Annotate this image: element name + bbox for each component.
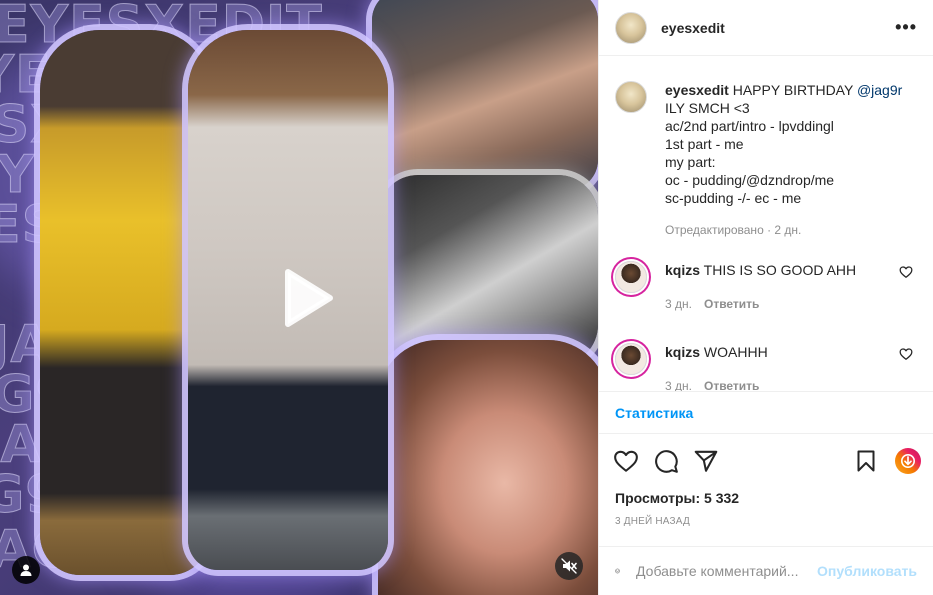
view-count: Просмотры: 5 332	[615, 490, 740, 506]
post-date[interactable]: 3 ДНЕЙ НАЗАД	[615, 516, 690, 527]
caption-line: sc-pudding -/- ec - me	[665, 190, 802, 206]
avatar[interactable]	[615, 261, 647, 293]
comment-text: THIS IS SO GOOD AHH	[703, 262, 857, 278]
post-author-username[interactable]: eyesxedit	[661, 20, 725, 36]
paper-plane-icon	[694, 450, 718, 472]
play-icon[interactable]	[268, 262, 340, 334]
comment-meta: 3 дн. Ответить	[665, 295, 917, 313]
publish-button[interactable]: Опубликовать	[817, 563, 917, 579]
comments-list[interactable]: eyesxedit HAPPY BIRTHDAY @jag9r ILY SMCH…	[599, 57, 933, 391]
comment-bubble-icon	[655, 450, 678, 473]
caption-line: 1st part - me	[665, 136, 744, 152]
more-options-icon[interactable]: •••	[895, 17, 917, 38]
heart-icon	[614, 450, 638, 472]
photo-cutout-top-right	[372, 0, 598, 190]
caption-text: ILY SMCH <3	[665, 100, 750, 116]
reply-button[interactable]: Ответить	[704, 377, 759, 391]
add-comment-bar: Опубликовать	[599, 546, 933, 595]
video-player[interactable]: EYESXEDIT EYESXEDIT EYESXEDIT EYESXEDIT …	[0, 0, 598, 595]
like-button[interactable]	[611, 446, 641, 476]
caption-line: ac/2nd part/intro - lpvddingl	[665, 118, 834, 134]
insights-link[interactable]: Статистика	[599, 391, 933, 434]
photo-cutout-yellow-jacket	[40, 30, 210, 575]
post-details-panel: eyesxedit ••• eyesxedit HAPPY BIRTHDAY @…	[598, 0, 933, 595]
like-comment-heart-icon[interactable]	[899, 265, 913, 279]
comment-text: WOAHHH	[703, 344, 768, 360]
comment-item: kqizs THIS IS SO GOOD AHH 3 дн. Ответить	[615, 261, 917, 313]
comment-input[interactable]	[636, 563, 818, 579]
action-bar	[611, 446, 921, 476]
volume-muted-icon	[561, 558, 577, 574]
caption-mention-link[interactable]: @jag9r	[857, 82, 902, 98]
avatar[interactable]	[615, 11, 647, 44]
reply-button[interactable]: Ответить	[704, 295, 759, 313]
caption-text: HAPPY BIRTHDAY	[732, 82, 857, 98]
comment-age: 3 дн.	[665, 379, 692, 391]
comment-meta: 3 дн. Ответить	[665, 377, 917, 391]
avatar[interactable]	[615, 81, 647, 113]
like-comment-heart-icon[interactable]	[899, 347, 913, 361]
comment-button[interactable]	[651, 446, 681, 476]
caption-line: oc - pudding/@dzndrop/me	[665, 172, 835, 188]
save-button[interactable]	[851, 446, 881, 476]
caption-username[interactable]: eyesxedit	[665, 82, 729, 98]
share-button[interactable]	[691, 446, 721, 476]
photo-cutout-bw	[378, 175, 598, 365]
comment-body: kqizs WOAHHH 3 дн. Ответить	[665, 343, 917, 391]
comment-username[interactable]: kqizs	[665, 344, 700, 360]
caption-line: my part:	[665, 154, 716, 170]
comment-age: 3 дн.	[665, 297, 692, 311]
caption-edited-meta: Отредактировано · 2 дн.	[665, 223, 802, 237]
post-header: eyesxedit •••	[599, 0, 933, 56]
post-viewer: EYESXEDIT EYESXEDIT EYESXEDIT EYESXEDIT …	[0, 0, 933, 595]
promote-button[interactable]	[895, 448, 921, 474]
post-caption: eyesxedit HAPPY BIRTHDAY @jag9r ILY SMCH…	[615, 81, 917, 239]
emoji-icon[interactable]	[615, 559, 620, 583]
caption-body: eyesxedit HAPPY BIRTHDAY @jag9r ILY SMCH…	[665, 81, 917, 239]
comment-item: kqizs WOAHHH 3 дн. Ответить	[615, 343, 917, 391]
bookmark-icon	[857, 450, 875, 472]
avatar[interactable]	[615, 343, 647, 375]
comment-username[interactable]: kqizs	[665, 262, 700, 278]
mute-button[interactable]	[555, 552, 583, 580]
tagged-users-button[interactable]	[12, 556, 40, 584]
boost-arrow-icon	[901, 454, 915, 468]
user-icon	[20, 564, 32, 576]
comment-body: kqizs THIS IS SO GOOD AHH 3 дн. Ответить	[665, 261, 917, 313]
